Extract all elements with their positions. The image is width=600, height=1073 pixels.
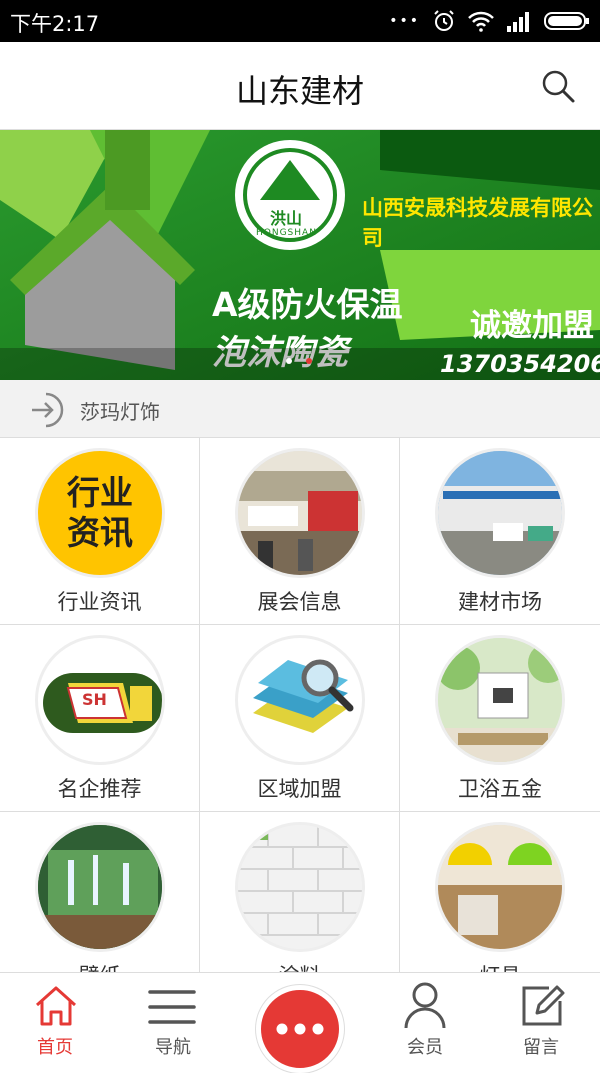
famous-companies-icon: SH (35, 635, 165, 765)
notice-label: 莎玛灯饰 (80, 400, 160, 424)
tab-member[interactable]: 会员 (370, 973, 480, 1068)
paint-icon (235, 822, 365, 952)
tab-home[interactable]: 首页 (0, 973, 110, 1068)
cell-signal-icon (507, 12, 529, 32)
category-label: 区域加盟 (257, 777, 342, 801)
category-label: 展会信息 (257, 590, 342, 614)
category-paint[interactable]: 涂料 (200, 812, 400, 999)
category-famous-companies[interactable]: SH 名企推荐 (0, 625, 200, 812)
category-regional-franchise[interactable]: 区域加盟 (200, 625, 400, 812)
category-exhibition-info[interactable]: 展会信息 (200, 438, 400, 625)
tab-home-label: 首页 (37, 1037, 73, 1058)
banner-company: 山西安晟科技发展有限公司 (362, 196, 593, 250)
banner-headline: A级防火保温 (212, 285, 403, 324)
tab-nav[interactable]: 导航 (118, 973, 228, 1068)
page-title: 山东建材 (235, 72, 364, 110)
banner-phone: 13703542066 (440, 350, 600, 378)
category-lamps[interactable]: 灯具 (400, 812, 600, 999)
building-market-icon (435, 448, 565, 578)
industry-news-icon: 行业 资讯 (35, 448, 165, 578)
status-icons: ••• (389, 6, 590, 36)
carousel-dot-2[interactable] (306, 358, 312, 364)
category-label: 名企推荐 (57, 777, 142, 801)
famous-companies-icon-text: SH (82, 690, 107, 709)
category-bathroom-hardware[interactable]: 卫浴五金 (400, 625, 600, 812)
tab-nav-label: 导航 (155, 1037, 191, 1058)
bathroom-hardware-icon (435, 635, 565, 765)
home-icon (35, 986, 77, 1026)
status-time: 下午2:17 (10, 12, 100, 36)
carousel-dot-1[interactable] (286, 358, 292, 364)
edit-icon (522, 985, 565, 1026)
login-arrow-icon (32, 392, 64, 428)
exhibition-icon (235, 448, 365, 578)
user-icon (404, 982, 446, 1029)
tab-message[interactable]: 留言 (486, 973, 596, 1068)
wifi-icon (468, 11, 494, 32)
category-wallpaper[interactable]: 壁纸 (0, 812, 200, 999)
menu-icon (148, 990, 196, 1024)
industry-news-icon-text: 行业 资讯 (67, 473, 133, 552)
signal-dots-icon: ••• (389, 13, 420, 29)
status-bar: 下午2:17 ••• (0, 0, 600, 42)
more-button[interactable] (256, 985, 344, 1073)
app-header: 山东建材 (0, 42, 600, 130)
category-label: 卫浴五金 (458, 777, 542, 801)
category-industry-news[interactable]: 行业 资讯 行业资讯 (0, 438, 200, 625)
banner-logo-text: 洪山 (270, 209, 303, 228)
regional-franchise-icon (235, 635, 365, 765)
banner-carousel[interactable]: 洪山 HONGSHAN 山西安晟科技发展有限公司 A级防火保温 泡沫陶瓷 诚邀加… (0, 130, 600, 380)
banner-slogan: 诚邀加盟 (470, 308, 594, 344)
battery-icon (544, 12, 589, 30)
category-label: 行业资讯 (57, 590, 142, 614)
alarm-icon (434, 10, 454, 31)
category-grid: 行业 资讯 行业资讯 展会信息 建材市场 SH 名企推荐 区域加盟 卫浴五金 (0, 438, 600, 999)
notice-bar[interactable]: 莎玛灯饰 (0, 380, 600, 438)
tab-member-label: 会员 (407, 1037, 443, 1058)
tab-message-label: 留言 (523, 1037, 559, 1058)
category-label: 建材市场 (458, 590, 542, 614)
banner-logo-sub: HONGSHAN (256, 228, 317, 238)
category-building-market[interactable]: 建材市场 (400, 438, 600, 625)
search-icon[interactable] (540, 68, 576, 104)
wallpaper-icon (35, 822, 165, 952)
lamps-icon (435, 822, 565, 952)
more-dots-icon (276, 1023, 324, 1035)
